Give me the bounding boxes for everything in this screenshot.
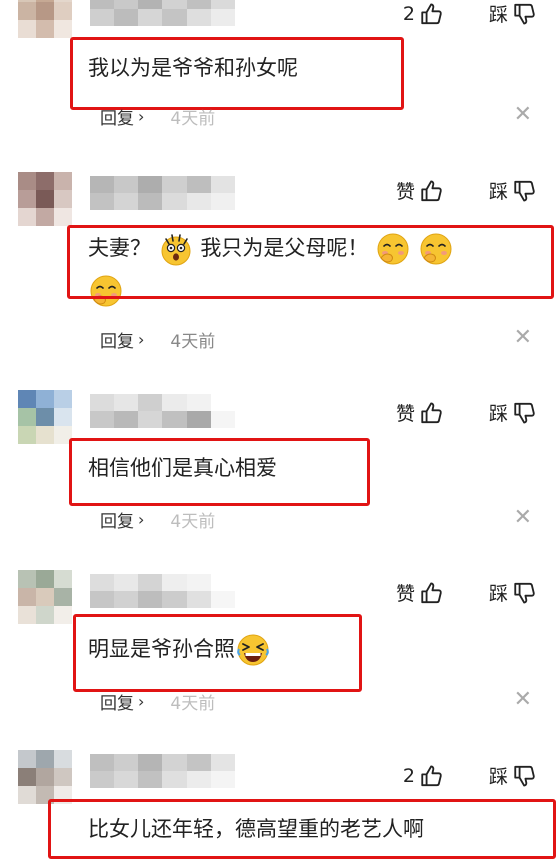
comment-text: 比女儿还年轻，德高望重的老艺人啊 bbox=[88, 817, 424, 841]
like-button[interactable]: 2 bbox=[403, 763, 445, 789]
username[interactable] bbox=[90, 754, 235, 788]
dislike-label: 踩 bbox=[488, 766, 508, 788]
dislike-button[interactable]: 踩 bbox=[489, 762, 538, 789]
comment-item: 2 踩 比女儿还年轻，德高望重的老艺人啊 bbox=[0, 0, 556, 859]
thumb-down-icon bbox=[512, 763, 538, 789]
like-count: 2 bbox=[402, 764, 415, 787]
thumb-up-icon bbox=[419, 763, 445, 789]
comment-actions: 2 踩 bbox=[403, 762, 538, 789]
avatar[interactable] bbox=[18, 750, 72, 804]
